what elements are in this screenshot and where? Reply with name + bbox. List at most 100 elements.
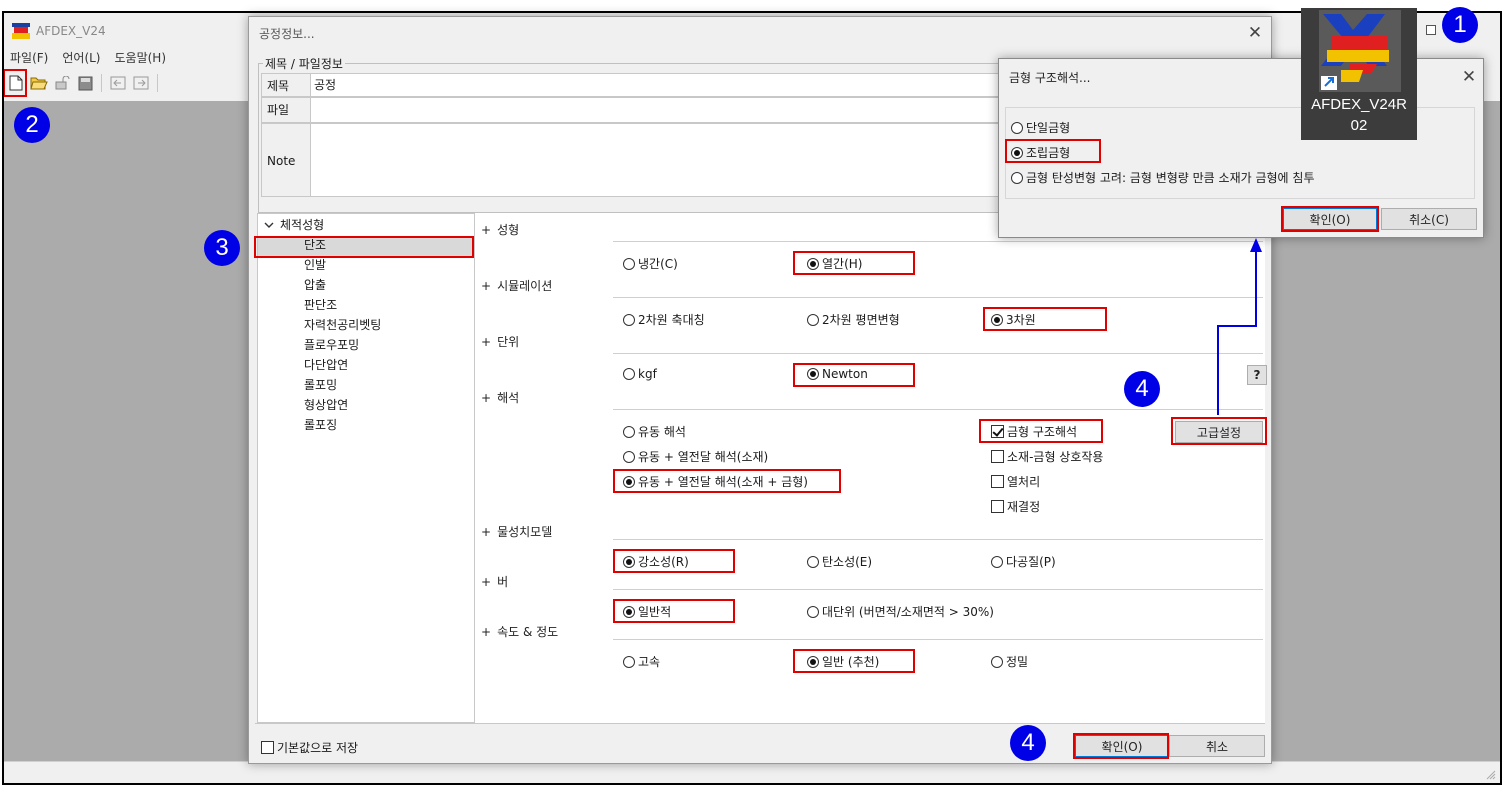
- file-label: 파일: [261, 97, 311, 123]
- afdex-logo-icon: [12, 23, 30, 39]
- step-forward-icon[interactable]: [131, 73, 151, 93]
- tree-root-label: 체적성형: [280, 218, 325, 232]
- tree-item-self-piercing-riveting[interactable]: 자력천공리벳팅: [304, 316, 381, 333]
- radio-porous[interactable]: 다공질(P): [991, 553, 1056, 570]
- section-unit[interactable]: + 단위: [481, 333, 519, 350]
- resize-grip-icon[interactable]: [1486, 770, 1496, 780]
- tree-item-forging[interactable]: 단조: [304, 236, 326, 253]
- mold-cancel-button[interactable]: 취소(C): [1381, 208, 1477, 230]
- divider: [613, 241, 1263, 242]
- radio-normal-recommended[interactable]: 일반 (추천): [807, 653, 879, 670]
- callout-badge: 1: [1442, 7, 1478, 43]
- radio-newton[interactable]: Newton: [807, 367, 868, 381]
- radio-kgf[interactable]: kgf: [623, 367, 657, 381]
- footer-divider: [255, 723, 1265, 724]
- section-speed-accuracy[interactable]: + 속도 & 정도: [481, 623, 558, 640]
- help-button[interactable]: ?: [1247, 365, 1267, 385]
- tree-item-drawing[interactable]: 인발: [304, 256, 326, 273]
- radio-rigid-plastic[interactable]: 강소성(R): [623, 553, 689, 570]
- mold-ok-button[interactable]: 확인(O): [1283, 208, 1377, 230]
- radio-burr-normal[interactable]: 일반적: [623, 603, 671, 620]
- divider: [613, 539, 1263, 540]
- divider: [613, 353, 1263, 354]
- properties-panel: + 성형 냉간(C) 열간(H) + 시뮬레이션 2차원 축대칭 2차원 평면변형 …: [475, 213, 1267, 723]
- tree-item-shape-rolling[interactable]: 형상압연: [304, 396, 348, 413]
- tree-selection: [258, 238, 474, 258]
- close-icon[interactable]: ✕: [1457, 65, 1481, 89]
- radio-precise[interactable]: 정밀: [991, 653, 1028, 670]
- tree-item-roll-forming[interactable]: 롤포밍: [304, 376, 337, 393]
- ok-button[interactable]: 확인(O): [1075, 735, 1169, 757]
- process-body: 체적성형 단조 인발 압출 판단조 자력천공리벳팅 플로우포밍 다단압연 롤포밍…: [254, 213, 1267, 723]
- radio-single-die[interactable]: 단일금형: [1011, 119, 1070, 136]
- callout-badge: 3: [204, 230, 240, 266]
- radio-flow-heat-material-die[interactable]: 유동 + 열전달 해석(소재 + 금형): [623, 473, 808, 490]
- app-titlebar: AFDEX_V24: [12, 21, 106, 41]
- dialog-title: 공정정보...: [259, 27, 315, 41]
- afdex-app-icon: [1319, 10, 1401, 92]
- status-bar: [4, 761, 1500, 783]
- advanced-settings-button[interactable]: 고급설정: [1175, 421, 1263, 443]
- tree-item-flow-forming[interactable]: 플로우포밍: [304, 336, 359, 353]
- section-material-model[interactable]: + 물성치모델: [481, 523, 552, 540]
- radio-2d-plane-strain[interactable]: 2차원 평면변형: [807, 311, 900, 328]
- radio-flow-heat-material[interactable]: 유동 + 열전달 해석(소재): [623, 448, 768, 465]
- callout-badge: 2: [14, 107, 50, 143]
- toolbar: [4, 69, 161, 97]
- dialog-title: 금형 구조해석...: [1009, 71, 1091, 85]
- note-label: Note: [261, 123, 311, 197]
- tree-item-multistage-rolling[interactable]: 다단압연: [304, 356, 348, 373]
- close-icon[interactable]: ✕: [1243, 21, 1267, 45]
- checkbox-recrystallization[interactable]: 재결정: [991, 498, 1040, 515]
- arrow-head-icon: [1250, 238, 1262, 252]
- toolbar-separator: [101, 74, 102, 92]
- section-simulation[interactable]: + 시뮬레이션: [481, 277, 552, 294]
- lock-icon[interactable]: [52, 73, 72, 93]
- radio-assembled-die[interactable]: 조립금형: [1011, 144, 1070, 161]
- tree-item-extrusion[interactable]: 압출: [304, 276, 326, 293]
- menu-bar: 파일(F) 언어(L) 도움말(H): [10, 49, 166, 66]
- chevron-down-icon[interactable]: [264, 221, 274, 229]
- arrow-line: [1255, 250, 1257, 327]
- save-icon[interactable]: [75, 73, 95, 93]
- radio-2d-axisymmetric[interactable]: 2차원 축대칭: [623, 311, 705, 328]
- checkbox-die-structural-analysis[interactable]: 금형 구조해석: [991, 423, 1077, 440]
- afdex-desktop-shortcut[interactable]: AFDEX_V24R 02: [1301, 8, 1417, 140]
- tree-root-bulk-forming[interactable]: 체적성형: [264, 216, 324, 233]
- window-restore-icon[interactable]: [1426, 25, 1436, 35]
- group-label: 제목 / 파일정보: [263, 55, 345, 72]
- radio-die-elastic-deformation[interactable]: 금형 탄성변형 고려: 금형 변형량 만큼 소재가 금형에 침투: [1011, 169, 1314, 186]
- app-title: AFDEX_V24: [36, 24, 106, 38]
- open-folder-icon[interactable]: [29, 73, 49, 93]
- section-burr[interactable]: + 버: [481, 573, 508, 590]
- divider: [613, 639, 1263, 640]
- callout-badge: 4: [1124, 371, 1160, 407]
- title-label: 제목: [261, 73, 311, 97]
- menu-language[interactable]: 언어(L): [62, 49, 100, 66]
- process-tree: 체적성형 단조 인발 압출 판단조 자력천공리벳팅 플로우포밍 다단압연 롤포밍…: [254, 213, 475, 723]
- radio-flow-analysis[interactable]: 유동 해석: [623, 423, 686, 440]
- divider: [613, 589, 1263, 590]
- radio-fast[interactable]: 고속: [623, 653, 660, 670]
- radio-hot[interactable]: 열간(H): [807, 255, 862, 272]
- menu-help[interactable]: 도움말(H): [115, 49, 167, 66]
- step-back-icon[interactable]: [108, 73, 128, 93]
- checkbox-save-as-default[interactable]: 기본값으로 저장: [261, 739, 358, 756]
- desktop-icon-label: AFDEX_V24R 02: [1311, 96, 1407, 134]
- tree-item-roll-forging[interactable]: 롤포징: [304, 416, 337, 433]
- arrow-line: [1217, 325, 1219, 415]
- radio-3d[interactable]: 3차원: [991, 311, 1036, 328]
- section-analysis[interactable]: + 해석: [481, 389, 519, 406]
- tree-item-plate-forging[interactable]: 판단조: [304, 296, 337, 313]
- new-file-icon[interactable]: [4, 69, 27, 97]
- checkbox-material-die-interaction[interactable]: 소재-금형 상호작용: [991, 448, 1103, 465]
- checkbox-heat-treatment[interactable]: 열처리: [991, 473, 1040, 490]
- callout-badge: 4: [1010, 725, 1046, 761]
- divider: [613, 297, 1263, 298]
- radio-cold[interactable]: 냉간(C): [623, 255, 678, 272]
- menu-file[interactable]: 파일(F): [10, 49, 48, 66]
- radio-burr-large[interactable]: 대단위 (버면적/소재면적 > 30%): [807, 603, 994, 620]
- radio-elasto-plastic[interactable]: 탄소성(E): [807, 553, 872, 570]
- section-forming[interactable]: + 성형: [481, 221, 519, 238]
- cancel-button[interactable]: 취소: [1169, 735, 1265, 757]
